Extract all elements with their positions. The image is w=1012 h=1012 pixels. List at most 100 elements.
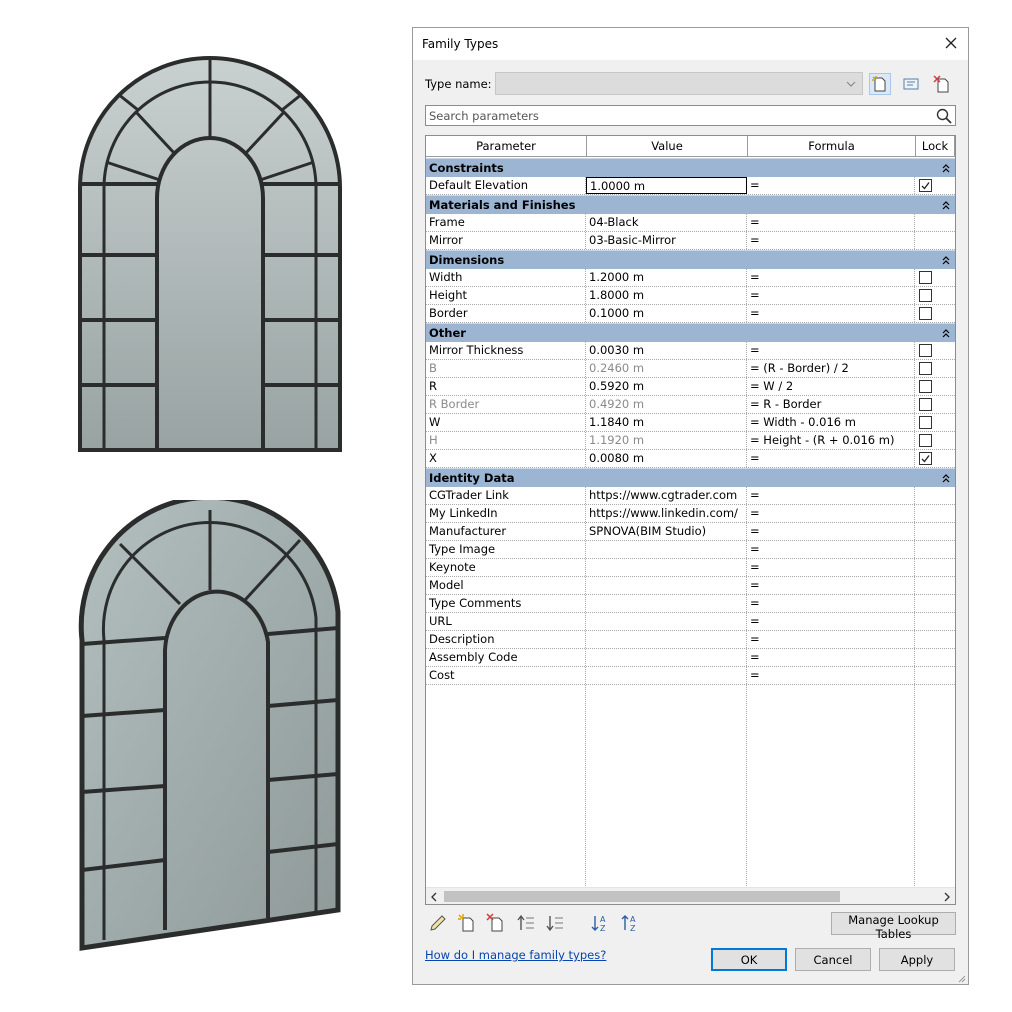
parameter-value[interactable]: https://www.linkedin.com/	[586, 505, 747, 522]
delete-type-icon[interactable]	[931, 73, 953, 95]
close-icon[interactable]	[942, 34, 960, 52]
new-type-icon[interactable]	[869, 73, 891, 95]
column-header-parameter[interactable]: Parameter	[426, 136, 587, 157]
parameter-row[interactable]: Border 0.1000 m =	[426, 305, 955, 323]
lock-checkbox[interactable]	[919, 344, 932, 357]
move-down-icon[interactable]	[544, 912, 566, 934]
lock-checkbox[interactable]	[919, 179, 932, 192]
parameter-formula[interactable]: =	[747, 450, 915, 467]
parameter-value[interactable]: 0.0080 m	[586, 450, 747, 467]
parameter-row[interactable]: Assembly Code =	[426, 649, 955, 667]
lock-checkbox[interactable]	[919, 398, 932, 411]
parameter-formula[interactable]: = Height - (R + 0.016 m)	[747, 432, 915, 449]
collapse-icon[interactable]	[940, 327, 952, 339]
parameter-formula[interactable]: = R - Border	[747, 396, 915, 413]
lock-checkbox[interactable]	[919, 362, 932, 375]
parameter-row[interactable]: Frame 04-Black =	[426, 214, 955, 232]
parameter-row[interactable]: W 1.1840 m = Width - 0.016 m	[426, 414, 955, 432]
parameter-formula[interactable]: = (R - Border) / 2	[747, 360, 915, 377]
parameter-row[interactable]: Cost =	[426, 667, 955, 685]
parameter-row[interactable]: Mirror 03-Basic-Mirror =	[426, 232, 955, 250]
lock-checkbox[interactable]	[919, 452, 932, 465]
lock-checkbox[interactable]	[919, 380, 932, 393]
horizontal-scrollbar[interactable]	[426, 887, 955, 904]
parameter-value[interactable]: 0.0030 m	[586, 342, 747, 359]
parameter-row[interactable]: Manufacturer SPNOVA(BIM Studio) =	[426, 523, 955, 541]
group-header[interactable]: Identity Data	[426, 468, 955, 487]
parameter-row[interactable]: Keynote =	[426, 559, 955, 577]
parameter-formula[interactable]: =	[747, 577, 915, 594]
sort-ascending-icon[interactable]: AZ	[589, 912, 611, 934]
rename-type-icon[interactable]	[900, 73, 922, 95]
parameter-formula[interactable]: =	[747, 595, 915, 612]
parameter-value[interactable]: https://www.cgtrader.com	[586, 487, 747, 504]
parameter-value[interactable]	[586, 559, 747, 576]
parameter-formula[interactable]: =	[747, 631, 915, 648]
new-parameter-icon[interactable]	[456, 912, 478, 934]
parameter-value[interactable]	[586, 649, 747, 666]
parameter-row[interactable]: Default Elevation 1.0000 m =	[426, 177, 955, 195]
group-header[interactable]: Constraints	[426, 158, 955, 177]
column-header-lock[interactable]: Lock	[916, 136, 955, 157]
parameter-value[interactable]: 1.8000 m	[586, 287, 747, 304]
parameter-value[interactable]: 04-Black	[586, 214, 747, 231]
parameter-value[interactable]	[586, 667, 747, 684]
manage-lookup-tables-button[interactable]: Manage Lookup Tables	[831, 912, 956, 941]
parameter-row[interactable]: Description =	[426, 631, 955, 649]
resize-grip-icon[interactable]	[956, 972, 966, 983]
parameter-row[interactable]: B 0.2460 m = (R - Border) / 2	[426, 360, 955, 378]
parameter-formula[interactable]: =	[747, 559, 915, 576]
parameter-formula[interactable]: =	[747, 487, 915, 504]
scrollbar-thumb[interactable]	[444, 891, 840, 902]
apply-button[interactable]: Apply	[879, 948, 955, 971]
parameter-row[interactable]: X 0.0080 m =	[426, 450, 955, 468]
parameter-value[interactable]: 1.1920 m	[586, 432, 747, 449]
parameter-formula[interactable]: =	[747, 177, 915, 194]
parameter-value[interactable]	[586, 595, 747, 612]
parameter-value[interactable]	[586, 577, 747, 594]
parameter-row[interactable]: URL =	[426, 613, 955, 631]
parameter-formula[interactable]: =	[747, 287, 915, 304]
chevron-down-icon[interactable]	[846, 78, 856, 88]
parameter-formula[interactable]: =	[747, 505, 915, 522]
pencil-icon[interactable]	[427, 912, 449, 934]
parameter-row[interactable]: Height 1.8000 m =	[426, 287, 955, 305]
search-parameters-input[interactable]	[428, 107, 928, 124]
parameter-row[interactable]: H 1.1920 m = Height - (R + 0.016 m)	[426, 432, 955, 450]
parameter-value[interactable]	[586, 613, 747, 630]
group-header[interactable]: Dimensions	[426, 250, 955, 269]
parameter-value[interactable]: SPNOVA(BIM Studio)	[586, 523, 747, 540]
parameter-formula[interactable]: = Width - 0.016 m	[747, 414, 915, 431]
parameter-formula[interactable]: =	[747, 649, 915, 666]
parameter-value[interactable]: 1.2000 m	[586, 269, 747, 286]
parameter-formula[interactable]: =	[747, 667, 915, 684]
sort-descending-icon[interactable]: AZ	[619, 912, 641, 934]
lock-checkbox[interactable]	[919, 434, 932, 447]
parameter-row[interactable]: Width 1.2000 m =	[426, 269, 955, 287]
parameter-value[interactable]: 1.1840 m	[586, 414, 747, 431]
parameter-value[interactable]: 0.4920 m	[586, 396, 747, 413]
parameter-formula[interactable]: =	[747, 214, 915, 231]
group-header[interactable]: Materials and Finishes	[426, 195, 955, 214]
parameter-formula[interactable]: =	[747, 269, 915, 286]
parameter-formula[interactable]: =	[747, 342, 915, 359]
collapse-icon[interactable]	[940, 199, 952, 211]
parameter-row[interactable]: Type Comments =	[426, 595, 955, 613]
group-header[interactable]: Other	[426, 323, 955, 342]
parameter-formula[interactable]: =	[747, 232, 915, 249]
scroll-left-icon[interactable]	[429, 891, 439, 902]
lock-checkbox[interactable]	[919, 271, 932, 284]
ok-button[interactable]: OK	[711, 948, 787, 971]
parameter-row[interactable]: Mirror Thickness 0.0030 m =	[426, 342, 955, 360]
parameter-row[interactable]: Type Image =	[426, 541, 955, 559]
column-header-value[interactable]: Value	[587, 136, 748, 157]
column-header-formula[interactable]: Formula	[748, 136, 916, 157]
parameter-row[interactable]: My LinkedIn https://www.linkedin.com/=	[426, 505, 955, 523]
scroll-right-icon[interactable]	[942, 891, 952, 902]
parameter-value[interactable]	[586, 541, 747, 558]
parameter-formula[interactable]: =	[747, 613, 915, 630]
search-icon[interactable]	[935, 107, 953, 125]
delete-parameter-icon[interactable]	[485, 912, 507, 934]
parameter-value[interactable]: 03-Basic-Mirror	[586, 232, 747, 249]
cancel-button[interactable]: Cancel	[795, 948, 871, 971]
